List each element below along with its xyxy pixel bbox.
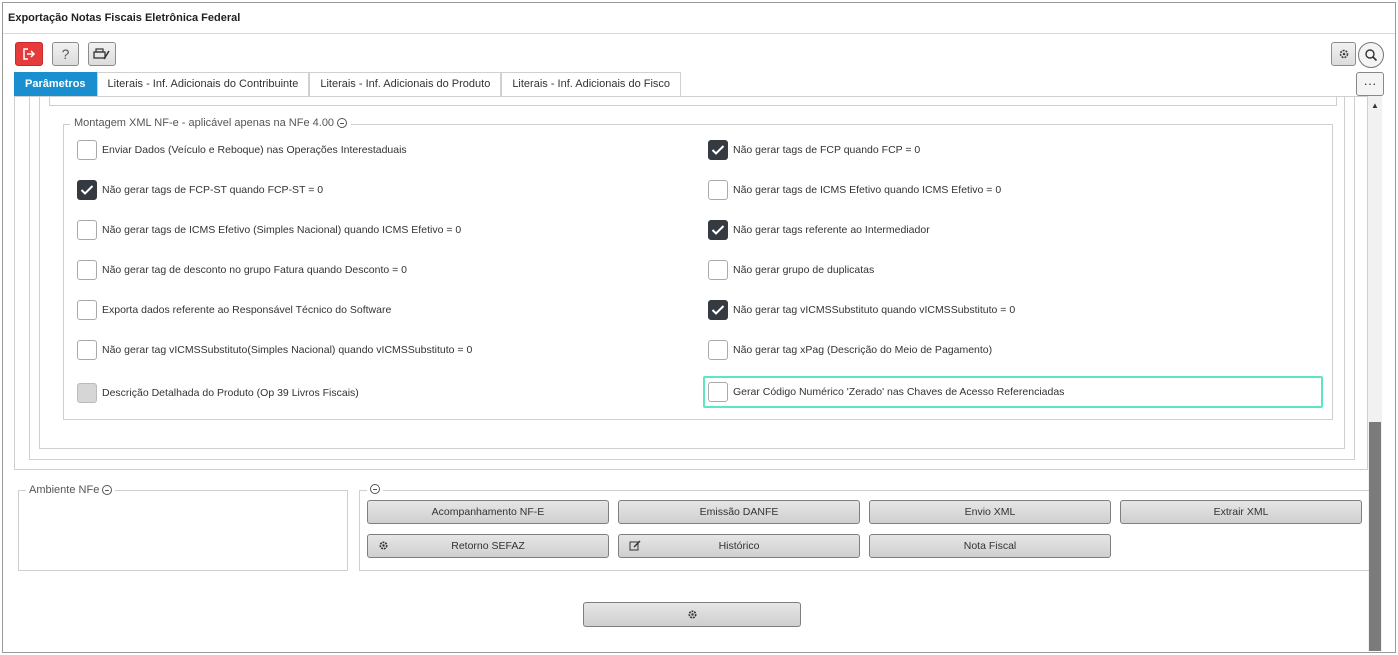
scroll-thumb[interactable] [1369,422,1381,651]
checkbox-checked[interactable] [708,220,728,240]
focused-option-outline [703,376,1323,408]
option-label: Não gerar tag vICMSSubstituto(Simples Na… [102,344,473,356]
tab-parametros[interactable]: Parâmetros [14,72,97,96]
checkbox[interactable] [77,340,97,360]
collapse-icon[interactable] [370,484,380,494]
more-icon: ··· [1363,76,1377,91]
checkbox-checked[interactable] [77,180,97,200]
option-row[interactable]: Não gerar tag vICMSSubstituto(Simples Na… [77,340,472,360]
checkbox[interactable] [708,260,728,280]
option-row[interactable]: Não gerar grupo de duplicatas [708,260,874,280]
retorno-sefaz-button[interactable]: Retorno SEFAZ [367,534,609,558]
option-row[interactable]: Descrição Detalhada do Produto (Op 39 Li… [77,383,359,403]
option-row[interactable]: Não gerar tags de ICMS Efetivo (Simples … [77,220,461,240]
settings-button[interactable] [1331,42,1356,66]
option-label: Não gerar tags referente ao Intermediado… [733,224,930,236]
nota-label: Nota Fiscal [963,540,1017,552]
envio-label: Envio XML [964,506,1016,518]
search-button[interactable] [1358,42,1384,68]
process-button[interactable] [583,602,801,627]
gear-icon [1339,49,1348,59]
option-label: Exporta dados referente ao Responsável T… [102,304,392,316]
xml-settings-title: Montagem XML NF-e - aplicável apenas na … [74,117,335,129]
option-row[interactable]: Não gerar tags referente ao Intermediado… [708,220,930,240]
search-icon [1365,49,1378,62]
checkbox[interactable] [708,340,728,360]
retorno-label: Retorno SEFAZ [451,540,525,552]
more-options-button[interactable]: ··· [1356,72,1384,96]
check-icon [711,145,725,155]
acompanhamento-button[interactable]: Acompanhamento NF-E [367,500,609,524]
help-icon: ? [61,46,70,62]
option-label: Enviar Dados (Veículo e Reboque) nas Ope… [102,144,407,156]
exit-icon [23,48,36,60]
exit-button[interactable] [15,42,43,66]
acompanhamento-label: Acompanhamento NF-E [431,506,545,518]
check-icon [711,225,725,235]
panel-top-strip [49,96,1337,106]
option-label: Não gerar tags de FCP quando FCP = 0 [733,144,921,156]
extrair-label: Extrair XML [1213,506,1269,518]
option-row[interactable]: Não gerar tags de ICMS Efetivo quando IC… [708,180,1001,200]
xml-settings-legend: Montagem XML NF-e - aplicável apenas na … [70,117,352,129]
checkbox-checked[interactable] [708,300,728,320]
option-row[interactable]: Enviar Dados (Veículo e Reboque) nas Ope… [77,140,407,160]
option-label: Não gerar tags de ICMS Efetivo (Simples … [102,224,462,236]
print-settings-button[interactable] [88,42,116,66]
checkbox[interactable] [77,220,97,240]
vertical-scrollbar[interactable]: ▲ [1368,96,1382,651]
checkbox[interactable] [708,180,728,200]
tab-inf-produto[interactable]: Literais - Inf. Adicionais do Produto [309,72,502,96]
help-button[interactable]: ? [52,42,79,66]
option-label: Não gerar tags de ICMS Efetivo quando IC… [733,184,1002,196]
option-row[interactable]: Não gerar tags de FCP-ST quando FCP-ST =… [77,180,323,200]
ambiente-title: Ambiente NFe [29,484,100,496]
envio-xml-button[interactable]: Envio XML [869,500,1111,524]
historico-label: Histórico [718,540,760,552]
nota-fiscal-button[interactable]: Nota Fiscal [869,534,1111,558]
collapse-icon[interactable] [337,118,348,128]
checkbox[interactable] [77,260,97,280]
emissao-danfe-button[interactable]: Emissão DANFE [618,500,860,524]
title-bar: Exportação Notas Fiscais Eletrônica Fede… [3,3,1395,34]
ambiente-legend: Ambiente NFe [26,484,116,496]
option-label: Não gerar tags de FCP-ST quando FCP-ST =… [102,184,324,196]
checkbox [77,383,97,403]
collapse-icon[interactable] [102,485,113,495]
gear-icon [687,610,697,619]
option-label: Não gerar grupo de duplicatas [733,264,875,276]
check-icon [711,305,725,315]
option-row[interactable]: Não gerar tag vICMSSubstituto quando vIC… [708,300,1015,320]
option-label: Não gerar tag vICMSSubstituto quando vIC… [733,304,1016,316]
extrair-xml-button[interactable]: Extrair XML [1120,500,1362,524]
ambiente-box [18,490,348,571]
option-row[interactable]: Exporta dados referente ao Responsável T… [77,300,391,320]
scroll-up-arrow-icon[interactable]: ▲ [1368,100,1382,110]
tab-bar: Parâmetros Literais - Inf. Adicionais do… [14,72,682,96]
option-row[interactable]: Não gerar tags de FCP quando FCP = 0 [708,140,920,160]
tab-inf-contribuinte[interactable]: Literais - Inf. Adicionais do Contribuin… [96,72,310,96]
option-label: Não gerar tag xPag (Descrição do Meio de… [733,344,993,356]
printer-settings-icon [93,48,110,60]
option-row[interactable]: Não gerar tag xPag (Descrição do Meio de… [708,340,992,360]
check-icon [80,185,94,195]
option-label: Não gerar tag de desconto no grupo Fatur… [102,264,408,276]
actions-legend [367,484,383,497]
emissao-label: Emissão DANFE [699,506,779,518]
edit-icon [629,540,641,551]
option-label: Descrição Detalhada do Produto (Op 39 Li… [102,387,359,399]
historico-button[interactable]: Histórico [618,534,860,558]
checkbox[interactable] [77,300,97,320]
checkbox-checked[interactable] [708,140,728,160]
option-row[interactable]: Não gerar tag de desconto no grupo Fatur… [77,260,407,280]
gear-icon [379,541,388,550]
checkbox[interactable] [77,140,97,160]
window-title: Exportação Notas Fiscais Eletrônica Fede… [8,12,241,24]
tab-inf-fisco[interactable]: Literais - Inf. Adicionais do Fisco [501,72,682,96]
